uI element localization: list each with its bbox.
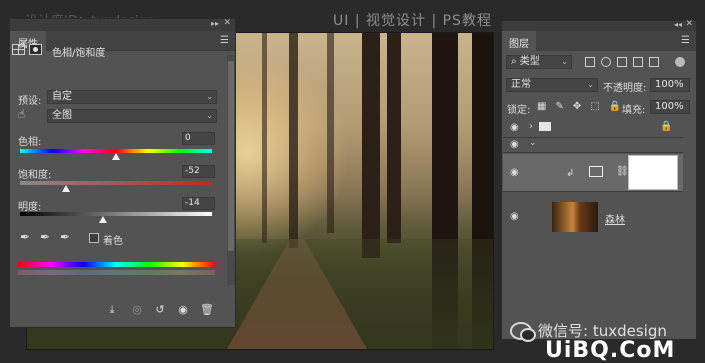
link-chain-icon: ⛓ [616,166,629,177]
colorize-label: 着色 [103,236,123,247]
channel-value: 全图 [52,110,72,121]
folder-icon [539,122,551,131]
filter-icons [585,57,659,67]
visibility-eye-icon[interactable]: ◉ [173,300,193,320]
collapse-icon[interactable]: ◂◂ [674,20,682,29]
chevron-down-icon[interactable]: ⌄ [529,138,537,148]
chevron-down-icon: ⌄ [587,80,594,89]
clip-to-layer-icon[interactable]: ⤓ [102,300,122,320]
hue-label: 色相: [18,137,42,148]
visibility-eye-icon[interactable]: ◉ [510,122,519,133]
preset-dropdown[interactable]: 自定 ⌄ [47,90,217,104]
trash-icon[interactable]: 🗑 [197,300,217,320]
chevron-down-icon: ⌄ [206,111,213,120]
panel-menu-icon[interactable]: ☰ [681,35,690,46]
lock-icons: ▦ ✎ ✥ ⬚ 🔒 [537,101,621,112]
chevron-down-icon: ⌄ [561,57,568,66]
tree-trunk [262,33,267,243]
on-image-adjustment-icon[interactable]: ☝ [18,107,25,121]
adjustment-title: 色相/饱和度 [52,48,106,59]
preset-label: 预设: [18,96,42,107]
layer-mask-icon[interactable] [29,44,42,55]
header-caption: UI | 视觉设计 | PS教程 [333,13,492,29]
close-icon[interactable]: ✕ [685,19,693,29]
close-icon[interactable]: ✕ [223,18,231,28]
lock-artboard-icon[interactable]: ⬚ [590,101,599,112]
layer-row-group[interactable]: ◉ › 🔒 [503,118,683,138]
lock-icon: 🔒 [660,121,673,132]
visibility-eye-icon[interactable]: ◉ [510,139,519,150]
site-logo: UiBQ.CoM [545,338,676,363]
layers-tabrow: 图层 ☰ [502,31,696,51]
hue-input[interactable]: 0 [182,132,215,145]
search-icon: ⌕ [511,56,517,67]
preset-value: 自定 [52,91,72,102]
lightness-input[interactable]: -14 [182,197,215,210]
tab-layers[interactable]: 图层 [502,31,536,51]
opacity-label: 不透明度: [603,83,647,94]
scrollbar-handle[interactable] [228,61,234,251]
reset-icon[interactable]: ↺ [150,300,170,320]
saturation-input[interactable]: -52 [182,165,215,178]
lightness-slider-thumb[interactable] [98,216,107,223]
view-previous-icon[interactable]: ◎ [127,300,147,320]
panel-topbar: ◂◂ ✕ [502,19,696,31]
eyedropper-plus-icon[interactable]: ✒ [40,230,50,244]
blend-mode-dropdown[interactable]: 正常 ⌄ [506,78,598,92]
panel-menu-icon[interactable]: ☰ [220,35,229,46]
opacity-input[interactable]: 100% [650,78,690,92]
clip-arrow-icon: ↲ [566,168,575,179]
tree-trunk [327,33,334,233]
layer-thumbnail [552,202,598,232]
filter-shape-icon[interactable] [633,57,643,67]
filter-type-dropdown[interactable]: ⌕ 类型 ⌄ [506,55,572,69]
tree-trunk [387,33,401,243]
input-color-bar [18,262,215,267]
filter-pixel-icon[interactable] [585,57,595,67]
filter-type-icon[interactable] [617,57,627,67]
saturation-label: 饱和度: [18,170,52,181]
panel-topbar: ▸▸ ✕ [10,18,235,31]
hue-slider-thumb[interactable] [112,153,120,160]
colorize-checkbox[interactable] [89,233,99,243]
adjustment-icons [12,44,42,55]
fill-input[interactable]: 100% [650,100,690,114]
eyedropper-icon[interactable]: ✒ [20,230,30,244]
expand-chevron-icon[interactable]: › [529,121,533,132]
filter-adjustment-icon[interactable] [601,57,611,67]
chevron-down-icon: ⌄ [206,92,213,101]
output-color-bar [18,270,215,275]
layer-name[interactable]: 森林 [605,211,625,226]
blend-mode-value: 正常 [511,79,531,90]
properties-tabrow: 属性 ☰ [10,31,235,51]
hue-saturation-icon [589,166,603,177]
saturation-slider-thumb[interactable] [62,185,71,192]
wechat-icon [510,321,536,342]
visibility-eye-icon[interactable]: ◉ [510,211,519,222]
eyedropper-minus-icon[interactable]: ✒ [60,230,70,244]
lock-move-icon[interactable]: ✥ [573,101,581,112]
tree-trunk [362,33,380,258]
collapse-icon[interactable]: ▸▸ [211,19,219,28]
tree-trunk [289,33,298,248]
lock-transparent-icon[interactable]: ▦ [537,101,546,112]
filter-type-value: 类型 [519,56,540,67]
channel-dropdown[interactable]: 全图 ⌄ [47,109,217,123]
saturation-slider-track[interactable] [20,181,212,185]
lock-all-icon[interactable]: 🔒 [609,101,621,112]
properties-scrollbar[interactable] [227,55,235,285]
filter-toggle-icon[interactable] [675,57,685,67]
filter-smart-object-icon[interactable] [649,57,659,67]
lightness-label: 明度: [18,202,42,213]
fill-label: 填充: [622,105,646,116]
layer-row-blank[interactable]: ◉ ⌄ [503,138,683,153]
lightness-slider-track[interactable] [20,212,212,216]
lock-brush-icon[interactable]: ✎ [555,101,563,112]
lock-label: 锁定: [507,105,531,116]
adjustment-grid-icon[interactable] [12,44,25,55]
visibility-eye-icon[interactable]: ◉ [510,167,519,178]
layer-mask-thumbnail[interactable] [628,155,678,190]
